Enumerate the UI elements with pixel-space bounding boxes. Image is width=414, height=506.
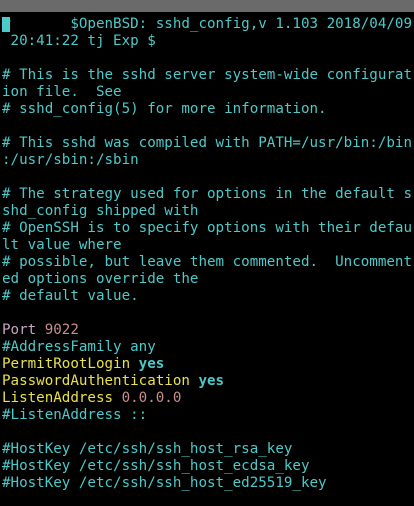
comment-line: lt value where <box>2 237 414 254</box>
blank-text <box>2 118 11 134</box>
comment-text: #HostKey /etc/ssh/ssh_host_ed25519_key <box>2 475 327 491</box>
terminal-editor[interactable]: # $OpenBSD: sshd_config,v 1.103 2018/04/… <box>2 16 414 506</box>
setting-key: PasswordAuthentication <box>2 373 190 389</box>
config-setting-line: ListenAddress 0.0.0.0 <box>2 390 414 407</box>
comment-line: #HostKey /etc/ssh/ssh_host_ed25519_key <box>2 475 414 492</box>
comment-line: 20:41:22 tj Exp $ <box>2 33 414 50</box>
blank-line <box>2 169 414 186</box>
comment-line: #ListenAddress :: <box>2 407 414 424</box>
comment-text: shd_config shipped with <box>2 203 199 219</box>
comment-text: 20:41:22 tj Exp $ <box>2 33 156 49</box>
blank-text <box>2 169 11 185</box>
comment-line: # The strategy used for options in the d… <box>2 186 414 203</box>
comment-text: ion file. See <box>2 84 122 100</box>
comment-line: #AddressFamily any <box>2 339 414 356</box>
comment-line: # This is the sshd server system-wide co… <box>2 67 414 84</box>
comment-text: #ListenAddress :: <box>2 407 148 423</box>
blank-line <box>2 50 414 67</box>
blank-line <box>2 305 414 322</box>
comment-line: # This sshd was compiled with PATH=/usr/… <box>2 135 414 152</box>
comment-line: # $OpenBSD: sshd_config,v 1.103 2018/04/… <box>2 16 414 33</box>
comment-line: ion file. See <box>2 84 414 101</box>
window-title-strip <box>0 0 414 12</box>
comment-line: # sshd_config(5) for more information. <box>2 101 414 118</box>
comment-text: # This is the sshd server system-wide co… <box>2 67 412 83</box>
comment-line: ed options override the <box>2 271 414 288</box>
comment-text: # The strategy used for options in the d… <box>2 186 412 202</box>
setting-key: Port <box>2 322 37 338</box>
config-setting-line: Port 9022 <box>2 322 414 339</box>
blank-line <box>2 118 414 135</box>
comment-text: # $OpenBSD: sshd_config,v 1.103 2018/04/… <box>2 16 412 32</box>
comment-line: # OpenSSH is to specify options with the… <box>2 220 414 237</box>
comment-text: # This sshd was compiled with PATH=/usr/… <box>2 135 412 151</box>
text-cursor <box>2 17 10 32</box>
comment-text: :/usr/sbin:/sbin <box>2 152 139 168</box>
config-setting-line: PasswordAuthentication yes <box>2 373 414 390</box>
comment-text: ed options override the <box>2 271 199 287</box>
setting-key: ListenAddress <box>2 390 114 406</box>
blank-text <box>2 50 11 66</box>
comment-line: #HostKey /etc/ssh/ssh_host_rsa_key <box>2 441 414 458</box>
setting-value: 9022 <box>44 322 79 338</box>
blank-line <box>2 424 414 441</box>
comment-line: :/usr/sbin:/sbin <box>2 152 414 169</box>
comment-text: #AddressFamily any <box>2 339 156 355</box>
setting-key: PermitRootLogin <box>2 356 131 372</box>
comment-text: # sshd_config(5) for more information. <box>2 101 327 117</box>
config-setting-line: PermitRootLogin yes <box>2 356 414 373</box>
comment-line: #HostKey /etc/ssh/ssh_host_ecdsa_key <box>2 458 414 475</box>
comment-text: # default value. <box>2 288 139 304</box>
comment-text: #HostKey /etc/ssh/ssh_host_ecdsa_key <box>2 458 310 474</box>
setting-value: yes <box>198 373 225 389</box>
setting-value: yes <box>138 356 165 372</box>
comment-line: shd_config shipped with <box>2 203 414 220</box>
comment-text: #HostKey /etc/ssh/ssh_host_rsa_key <box>2 441 293 457</box>
comment-text: lt value where <box>2 237 122 253</box>
setting-value: 0.0.0.0 <box>121 390 182 406</box>
blank-text <box>2 424 11 440</box>
comment-text: # OpenSSH is to specify options with the… <box>2 220 412 236</box>
comment-text: # possible, but leave them commented. Un… <box>2 254 412 270</box>
blank-text <box>2 305 11 321</box>
comment-line: # possible, but leave them commented. Un… <box>2 254 414 271</box>
comment-line: # default value. <box>2 288 414 305</box>
